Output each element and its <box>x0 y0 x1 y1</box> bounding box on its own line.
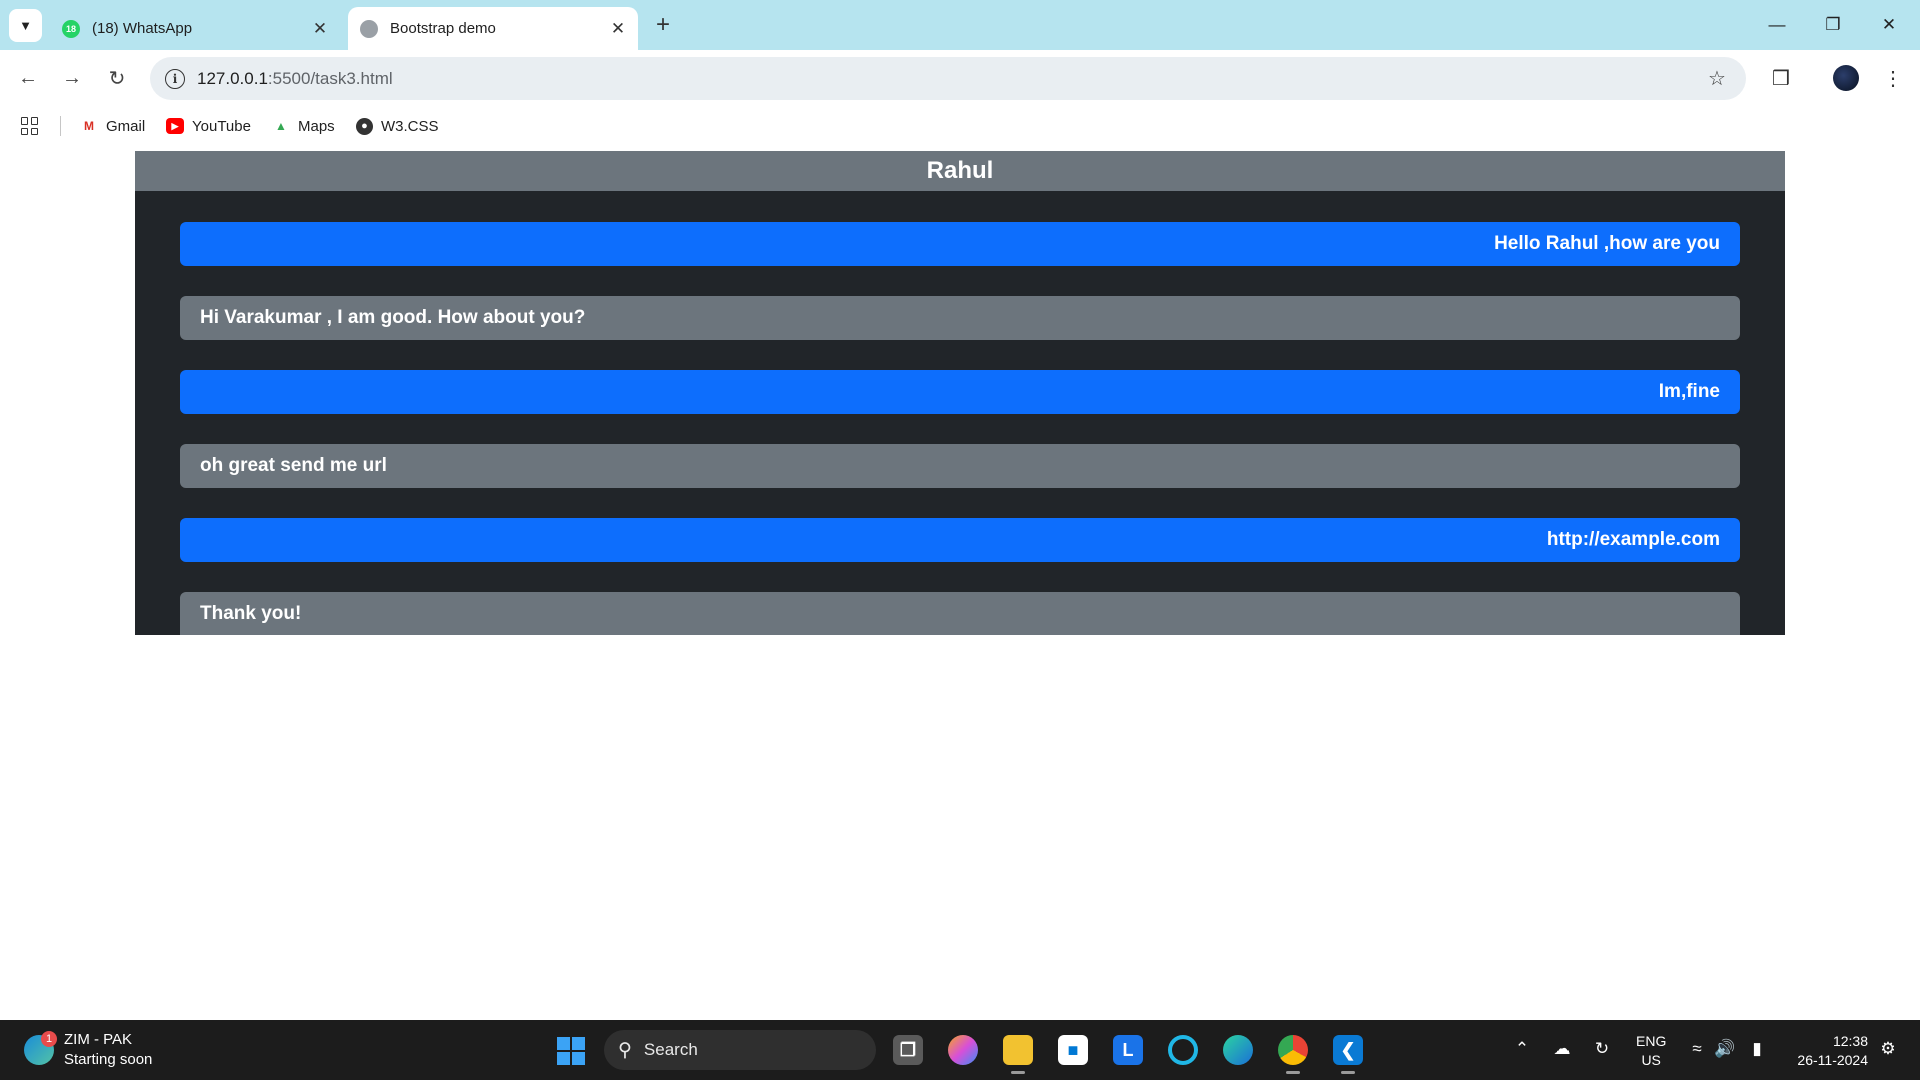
profile-avatar[interactable] <box>1833 65 1859 91</box>
chevron-down-icon: ▼ <box>19 18 32 33</box>
notification-badge: 1 <box>41 1031 57 1047</box>
clock-time: 12:38 <box>1832 1033 1868 1049</box>
file-explorer-icon[interactable] <box>1003 1035 1033 1074</box>
message-text: Thank you! <box>200 602 302 624</box>
sync-icon[interactable]: ↻ <box>1590 1035 1614 1063</box>
language-indicator[interactable]: ENG US <box>1636 1032 1666 1070</box>
close-icon[interactable]: ✕ <box>308 17 332 41</box>
weather-widget[interactable]: 1 ZIM - PAK Starting soon <box>24 1030 152 1070</box>
message-text: http://example.com <box>1546 529 1720 550</box>
message-text: oh great send me url <box>200 455 387 476</box>
url-text[interactable]: 127.0.0.1:5500/task3.html <box>197 69 1702 89</box>
clock-date: 26-11-2024 <box>1797 1052 1868 1068</box>
volume-icon[interactable]: 🔊 <box>1713 1035 1737 1063</box>
chat-message-received: oh great send me url <box>180 444 1740 488</box>
url-host: 127.0.0.1 <box>197 68 268 88</box>
url-path: :5500/task3.html <box>267 68 393 88</box>
edge-icon[interactable] <box>1223 1035 1253 1065</box>
region-code: US <box>1641 1052 1661 1068</box>
bookmark-youtube[interactable]: ▶ YouTube <box>166 115 251 137</box>
tab-title: (18) WhatsApp <box>92 20 193 37</box>
bookmark-gmail[interactable]: M Gmail <box>80 115 145 137</box>
wifi-icon[interactable]: ≈ <box>1685 1035 1709 1063</box>
tab-title: Bootstrap demo <box>390 20 496 37</box>
whatsapp-icon: 18 <box>62 19 80 38</box>
bookmarks-bar: M Gmail ▶ YouTube ▲ Maps ● W3.CSS <box>0 108 1920 144</box>
puzzle-icon: ❒ <box>1772 67 1790 90</box>
message-text: Im,fine <box>1658 381 1720 402</box>
reload-button[interactable]: ↻ <box>102 63 132 93</box>
chat-header: Rahul <box>135 151 1785 191</box>
forward-button[interactable]: → <box>57 63 87 93</box>
bookmark-maps[interactable]: ▲ Maps <box>272 115 335 137</box>
menu-button[interactable]: ⋮ <box>1878 63 1908 93</box>
store-icon[interactable]: ■ <box>1058 1035 1088 1065</box>
chat-message-sent: Im,fine <box>180 370 1740 414</box>
back-button[interactable]: ← <box>13 63 43 93</box>
chat-message-received: Thank you! <box>180 592 1740 635</box>
reload-icon: ↻ <box>108 67 126 90</box>
new-tab-button[interactable]: + <box>650 11 676 38</box>
close-window-button[interactable]: ✕ <box>1874 10 1904 40</box>
l-app-icon[interactable]: L <box>1113 1035 1143 1065</box>
taskbar-search[interactable]: ⚲ Search <box>604 1030 876 1070</box>
bookmark-label: W3.CSS <box>381 117 439 135</box>
browser-tab-strip: ▼ 18 (18) WhatsApp ✕ Bootstrap demo ✕ + … <box>0 0 1920 50</box>
chat-message-sent: http://example.com <box>180 518 1740 562</box>
system-clock[interactable]: 12:38 26-11-2024 <box>1786 1032 1868 1070</box>
widget-subtitle: Starting soon <box>64 1051 153 1068</box>
arrow-left-icon: ← <box>18 66 38 89</box>
chat-message-sent: Hello Rahul ,how are you <box>180 222 1740 266</box>
minimize-button[interactable]: — <box>1762 10 1792 40</box>
apps-grid-icon[interactable] <box>21 117 39 135</box>
onedrive-icon[interactable]: ☁ <box>1550 1035 1574 1063</box>
windows-taskbar: 1 ZIM - PAK Starting soon ⚲ Search ❐ ■ L… <box>0 1020 1920 1080</box>
language-code: ENG <box>1636 1033 1667 1049</box>
search-icon: ⚲ <box>618 1039 632 1061</box>
site-info-icon[interactable]: i <box>165 68 185 89</box>
chrome-icon[interactable] <box>1278 1035 1308 1074</box>
task-view-icon[interactable]: ❐ <box>893 1035 923 1065</box>
tab-whatsapp[interactable]: 18 (18) WhatsApp ✕ <box>50 7 340 50</box>
windows-start-icon[interactable] <box>557 1037 585 1065</box>
browser-toolbar: ← → ↻ i 127.0.0.1:5500/task3.html ☆ ❒ ⋮ <box>0 50 1920 108</box>
maps-icon: ▲ <box>275 119 287 133</box>
address-bar[interactable]: i 127.0.0.1:5500/task3.html ☆ <box>150 57 1746 100</box>
gmail-icon: M <box>84 119 94 133</box>
bookmark-star-icon[interactable]: ☆ <box>1702 64 1732 94</box>
restore-button[interactable]: ❐ <box>1818 10 1848 40</box>
message-text: Hi Varakumar , I am good. How about you? <box>200 307 586 328</box>
copilot-icon[interactable] <box>948 1035 978 1065</box>
tab-search-button[interactable]: ▼ <box>9 9 42 42</box>
globe-icon <box>360 19 378 38</box>
bookmark-w3css[interactable]: ● W3.CSS <box>356 115 439 137</box>
globe-icon: ● <box>356 117 373 135</box>
bookmark-label: Maps <box>298 117 335 135</box>
bookmark-label: Gmail <box>106 117 146 135</box>
extensions-button[interactable]: ❒ <box>1766 63 1796 93</box>
cortana-icon[interactable] <box>1168 1035 1198 1065</box>
battery-icon[interactable]: ▮ <box>1745 1035 1769 1063</box>
bookmark-label: YouTube <box>192 117 251 135</box>
more-vertical-icon: ⋮ <box>1883 67 1903 90</box>
message-text: Hello Rahul ,how are you <box>1494 233 1720 254</box>
search-label: Search <box>643 1040 698 1059</box>
chat-message-received: Hi Varakumar , I am good. How about you? <box>180 296 1740 340</box>
chat-card: Rahul Hello Rahul ,how are you Hi Varaku… <box>135 151 1785 635</box>
chevron-up-icon[interactable]: ⌃ <box>1510 1035 1534 1063</box>
close-icon[interactable]: ✕ <box>606 17 630 41</box>
widget-title: ZIM - PAK <box>64 1031 133 1048</box>
tab-bootstrap-demo[interactable]: Bootstrap demo ✕ <box>348 7 638 50</box>
divider <box>60 116 61 136</box>
arrow-right-icon: → <box>62 66 82 89</box>
youtube-icon: ▶ <box>166 118 184 134</box>
vscode-icon[interactable]: ❮ <box>1333 1035 1363 1074</box>
notification-bell-icon[interactable]: ⚙ <box>1876 1035 1900 1063</box>
cricket-icon: 1 <box>24 1031 57 1065</box>
